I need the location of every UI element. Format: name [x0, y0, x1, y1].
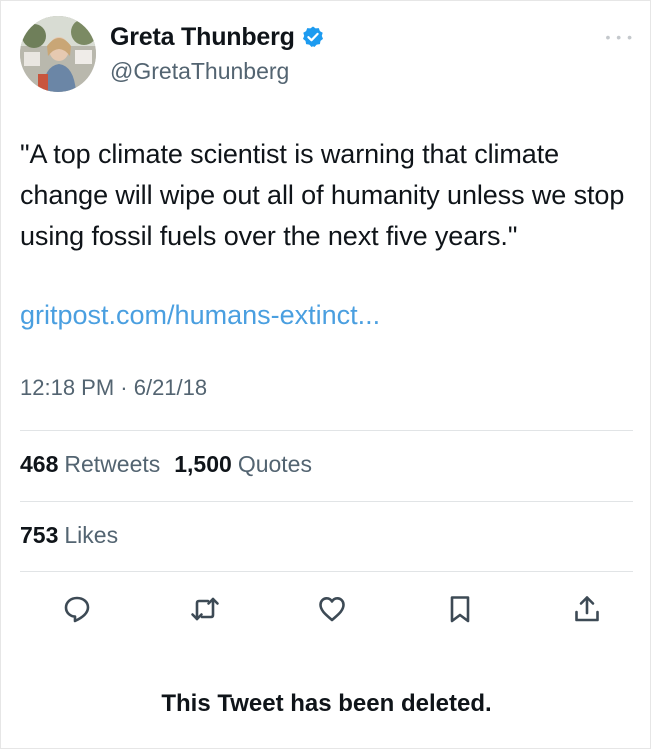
engagement-stats: 468 Retweets 1,500 Quotes: [20, 451, 312, 478]
tweet-deleted-notice: This Tweet has been deleted.: [161, 690, 492, 717]
share-icon[interactable]: [572, 594, 602, 624]
retweets-count: 468: [20, 451, 59, 477]
likes-count: 753: [20, 522, 59, 548]
tweet-text: "A top climate scientist is warning that…: [20, 139, 625, 251]
display-name[interactable]: Greta Thunberg: [110, 23, 295, 52]
more-options-icon[interactable]: • • •: [606, 30, 633, 44]
user-handle[interactable]: @GretaThunberg: [110, 58, 325, 85]
retweets-stat[interactable]: 468 Retweets: [20, 451, 160, 478]
tweet-header: Greta Thunberg @GretaThunberg • • •: [20, 12, 635, 92]
avatar[interactable]: [20, 16, 96, 92]
tweet-link[interactable]: gritpost.com/humans-extinct...: [20, 295, 380, 335]
divider: [20, 571, 633, 572]
verified-badge-icon: [301, 25, 325, 49]
likes-stat[interactable]: 753 Likes: [20, 522, 118, 549]
reply-icon[interactable]: [62, 594, 92, 624]
bookmark-icon[interactable]: [445, 594, 475, 624]
retweet-icon[interactable]: [190, 594, 220, 624]
tweet-actions: [62, 592, 602, 626]
like-icon[interactable]: [317, 594, 347, 624]
avatar-photo: [20, 16, 96, 92]
quotes-stat[interactable]: 1,500 Quotes: [174, 451, 312, 478]
quotes-count: 1,500: [174, 451, 232, 477]
retweets-label: Retweets: [64, 451, 161, 477]
divider: [20, 501, 633, 502]
likes-label: Likes: [64, 522, 119, 548]
tweet-timestamp[interactable]: 12:18 PM · 6/21/18: [20, 375, 207, 401]
divider: [20, 430, 633, 431]
quotes-label: Quotes: [237, 451, 312, 477]
